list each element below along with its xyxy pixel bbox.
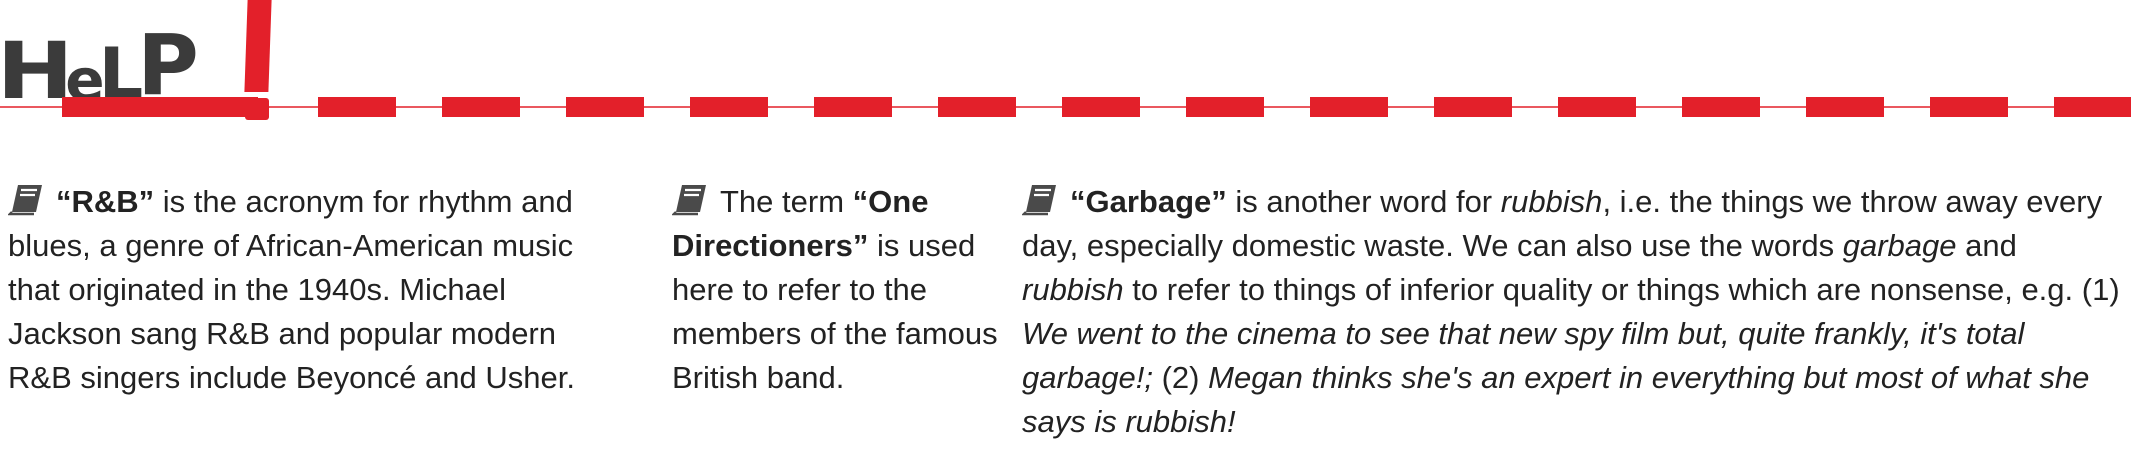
italic-word: rubbish [1022, 272, 1124, 307]
divider-dash [62, 97, 258, 117]
definition-text: (2) [1153, 360, 1209, 395]
divider-dash [814, 97, 892, 117]
divider-dash [938, 97, 1016, 117]
divider-dash [1062, 97, 1140, 117]
divider-dash [1806, 97, 1884, 117]
divider-dash [318, 97, 396, 117]
term-garbage: “Garbage” [1070, 184, 1227, 219]
divider-dash [1930, 97, 2008, 117]
book-icon [8, 185, 42, 216]
definition-text: and [1956, 228, 2017, 263]
note-rnb: “R&B” is the acronym for rhythm and blue… [8, 180, 628, 400]
divider-dash [566, 97, 644, 117]
divider-dash [1186, 97, 1264, 117]
book-icon [1022, 185, 1056, 216]
divider-dash [442, 97, 520, 117]
italic-word: garbage [1842, 228, 1957, 263]
divider-dash [1682, 97, 1760, 117]
italic-word: rubbish [1500, 184, 1603, 219]
book-icon [672, 185, 706, 216]
definition-text: is another word for [1226, 184, 1501, 219]
note-garbage: “Garbage” is another word for rubbish, i… [1022, 180, 2124, 444]
definition-text: to refer to things of inferior quality o… [1123, 272, 2120, 307]
term-rnb: “R&B” [56, 184, 155, 219]
divider-dash [1434, 97, 1512, 117]
divider-dash [690, 97, 768, 117]
dashed-divider [0, 97, 2131, 117]
divider-dash [2054, 97, 2131, 117]
divider-dash [1558, 97, 1636, 117]
note-one-directioners: The term “One Directioners” is used here… [672, 180, 1002, 400]
lead-text: The term [720, 184, 853, 219]
divider-dash [1310, 97, 1388, 117]
